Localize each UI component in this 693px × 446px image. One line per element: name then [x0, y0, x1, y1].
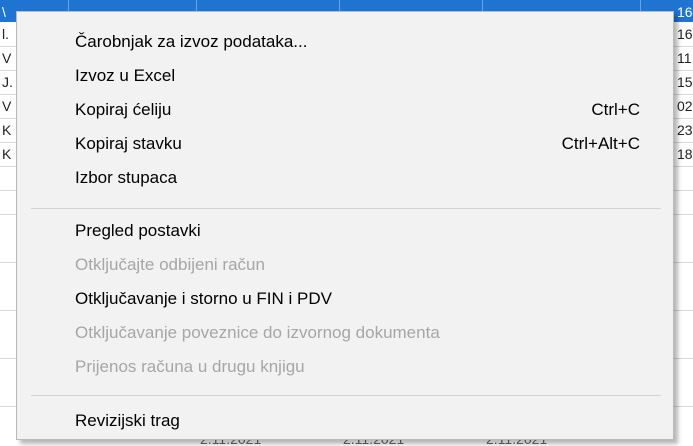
menu-item-copy-cell[interactable]: Kopiraj ćeliju Ctrl+C [17, 92, 673, 128]
menu-item-shortcut: Ctrl+C [591, 100, 640, 119]
menu-item-label: Pregled postavki [75, 221, 201, 240]
menu-item-copy-row[interactable]: Kopiraj stavku Ctrl+Alt+C [17, 126, 673, 162]
menu-item-label: Otključavanje poveznice do izvornog doku… [75, 323, 440, 342]
menu-item-transfer-invoice[interactable]: Prijenos računa u drugu knjigu [17, 349, 673, 385]
menu-item-label: Izvoz u Excel [75, 66, 176, 85]
menu-item-unlock-rejected-invoice[interactable]: Otključajte odbijeni račun [17, 247, 673, 283]
menu-item-export-excel[interactable]: Izvoz u Excel [17, 58, 673, 94]
menu-item-label: Kopiraj ćeliju [75, 100, 172, 119]
menu-item-unlock-source-link[interactable]: Otključavanje poveznice do izvornog doku… [17, 315, 673, 351]
menu-item-shortcut: Ctrl+Alt+C [561, 134, 640, 153]
table-cell[interactable]: 11 [677, 46, 693, 70]
menu-item-label: Izbor stupaca [75, 168, 178, 187]
menu-item-audit-trail[interactable]: Revizijski trag [17, 403, 673, 439]
menu-separator [31, 208, 661, 209]
menu-item-label: Otključajte odbijeni račun [75, 255, 265, 274]
table-cell[interactable]: 18 [677, 142, 693, 166]
menu-item-label: Kopiraj stavku [75, 134, 182, 153]
menu-item-label: Čarobnjak za izvoz podataka... [75, 32, 308, 51]
table-cell[interactable]: 02 [677, 94, 693, 118]
table-cell[interactable]: 16 [677, 22, 693, 46]
menu-item-choose-columns[interactable]: Izbor stupaca [17, 160, 673, 196]
menu-separator [31, 395, 661, 396]
menu-item-label: Otključavanje i storno u FIN i PDV [75, 289, 332, 308]
menu-item-view-settings[interactable]: Pregled postavki [17, 213, 673, 249]
table-cell[interactable]: 15 [677, 70, 693, 94]
menu-item-label: Revizijski trag [75, 411, 180, 430]
table-cell[interactable]: 23 [677, 118, 693, 142]
menu-item-export-wizard[interactable]: Čarobnjak za izvoz podataka... [17, 24, 673, 60]
menu-item-unlock-storno-fin-pdv[interactable]: Otključavanje i storno u FIN i PDV [17, 281, 673, 317]
context-menu: Čarobnjak za izvoz podataka... Izvoz u E… [16, 11, 674, 440]
menu-item-label: Prijenos računa u drugu knjigu [75, 357, 305, 376]
table-cell[interactable]: 16 [677, 0, 693, 24]
